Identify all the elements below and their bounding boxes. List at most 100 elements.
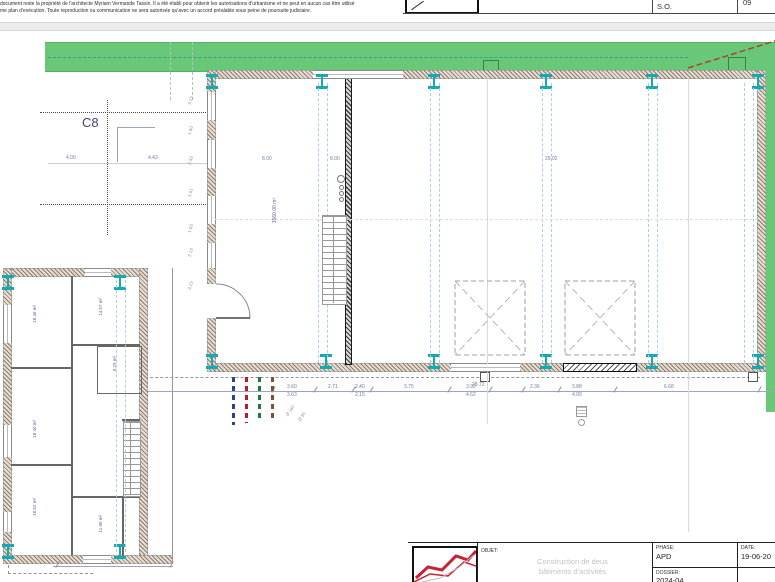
grid-line-2 xyxy=(688,78,689,364)
roof-line xyxy=(542,83,543,363)
facade-dim: 3.15 xyxy=(187,281,194,291)
disclaimer-line1: document reste la propriété de l'archite… xyxy=(0,1,402,8)
dim-value: 3.75 xyxy=(404,384,414,390)
green-strip-right xyxy=(766,70,775,412)
dim-value: 2.71 xyxy=(328,384,338,390)
roof-line xyxy=(318,83,319,363)
roof-line xyxy=(116,280,117,552)
titleblock-divider-3 xyxy=(737,542,738,582)
grid-line-below-2 xyxy=(688,372,689,532)
door-hardware-dot xyxy=(339,185,344,190)
dim-value: 3.60 xyxy=(287,384,297,390)
dim-value: 3.92 xyxy=(466,384,476,390)
utility-line-electric xyxy=(245,377,248,423)
dim-value: 3.88 xyxy=(572,384,582,390)
header-logo-stroke xyxy=(411,1,424,10)
date-value: 19-06-20 xyxy=(741,552,771,561)
annex-partition xyxy=(11,464,72,466)
drain-circle xyxy=(578,419,585,426)
annex-window-left-1 xyxy=(3,305,12,343)
site-dim-2: 4.43 xyxy=(148,155,158,161)
roof-line xyxy=(551,83,552,363)
annex-dim-line xyxy=(53,566,173,567)
window-left-2 xyxy=(207,140,216,168)
dim-value: 2.15 xyxy=(355,392,365,398)
grid-line-1 xyxy=(487,78,488,364)
door-opening-left xyxy=(207,284,216,318)
main-wall-right xyxy=(757,70,766,372)
door-hardware-dot xyxy=(339,191,344,196)
annex-window-left-2 xyxy=(3,425,12,457)
sheet-gap xyxy=(0,22,775,31)
column-icon xyxy=(206,74,218,89)
parcel-label: C8 xyxy=(82,115,99,130)
roof-line xyxy=(439,83,440,363)
parcel-leader-v xyxy=(117,127,118,162)
facade-dim: 3.15 xyxy=(187,96,194,106)
projection-line-a xyxy=(170,42,171,100)
dim-line xyxy=(55,391,775,392)
disclaimer-text: document reste la propriété de l'archite… xyxy=(0,1,402,15)
hall-dim-left: 8.00 xyxy=(262,156,272,162)
annex-wall-right xyxy=(139,268,148,558)
hall-dim-mid: 8.00 xyxy=(330,156,340,162)
window-left-1 xyxy=(207,92,216,120)
annex-window-left-3 xyxy=(3,512,12,532)
roof-line xyxy=(753,83,754,363)
roof-line xyxy=(430,83,431,363)
column-icon xyxy=(320,354,332,369)
disclaimer-line2: me plan d'exécution. Toute reproduction … xyxy=(0,8,402,15)
dim-value: 2.40 xyxy=(355,384,365,390)
room-area-label: 9.79 m² xyxy=(112,356,117,371)
column-icon xyxy=(2,544,14,559)
drawing-sheet: document reste la propriété de l'archite… xyxy=(0,0,775,582)
utility-label-1: Ø 160 xyxy=(285,404,296,417)
sectional-door xyxy=(563,363,637,372)
room-area-label: 14.57 m² xyxy=(98,298,103,316)
room-area-label: 18.40 m² xyxy=(32,420,37,438)
titleblock-divider-1 xyxy=(477,542,478,582)
titleblock-top-rule xyxy=(408,542,775,543)
room-area-label: 16.52 m² xyxy=(32,498,37,516)
boundary-marker xyxy=(480,372,490,382)
annex-partition xyxy=(11,367,72,369)
utility-line-water xyxy=(232,377,235,425)
titleblock-row-rule xyxy=(652,567,775,568)
facade-dim: 1.60 xyxy=(187,126,194,136)
phase-value: APD xyxy=(656,552,671,561)
hall-area-label: 1560.00 m² xyxy=(272,198,278,223)
annex-floor xyxy=(11,276,140,556)
annex-room-box xyxy=(97,346,142,394)
titleblock-divider-2 xyxy=(652,542,653,582)
phase-label: PHASE: xyxy=(656,545,674,551)
facade-dim: 1.93 xyxy=(187,224,194,234)
dim-value: 3.63 xyxy=(287,392,297,398)
parcel-boundary-top xyxy=(40,112,208,113)
utility-label-2: Ø 90 xyxy=(297,411,307,422)
utility-line-telecom xyxy=(271,377,274,419)
staircase-main xyxy=(322,215,347,305)
boundary-marker xyxy=(748,372,758,382)
facade-dim: 2.19 xyxy=(187,248,194,258)
grid-line-below-1 xyxy=(487,372,488,424)
project-title-line2: bâtiments d'activités xyxy=(495,567,650,577)
utility-line-sewer xyxy=(258,377,261,421)
header-logo-box xyxy=(405,0,479,14)
dim-value: 6.68 xyxy=(664,384,674,390)
gate-marker-2 xyxy=(728,57,746,71)
objet-label: OBJET: xyxy=(481,548,498,554)
door-hardware-dot xyxy=(339,197,344,202)
annex-door-bottom xyxy=(83,555,111,564)
dim-value: 4.00 xyxy=(572,392,582,398)
parcel-boundary-vertical xyxy=(107,100,108,235)
dim-value: 4.62 xyxy=(466,392,476,398)
roof-line xyxy=(648,83,649,363)
project-title-line1: Construction de deux xyxy=(495,557,650,567)
dim-value: 2.36 xyxy=(530,384,540,390)
hall-dim-width: 29.02 xyxy=(545,156,558,162)
annex-window-top xyxy=(85,268,111,277)
facade-dim: 1.61 xyxy=(187,188,194,198)
parcel-boundary-bottom xyxy=(40,204,208,205)
header-number: 09 xyxy=(743,0,751,7)
courtyard-edge xyxy=(172,268,173,564)
